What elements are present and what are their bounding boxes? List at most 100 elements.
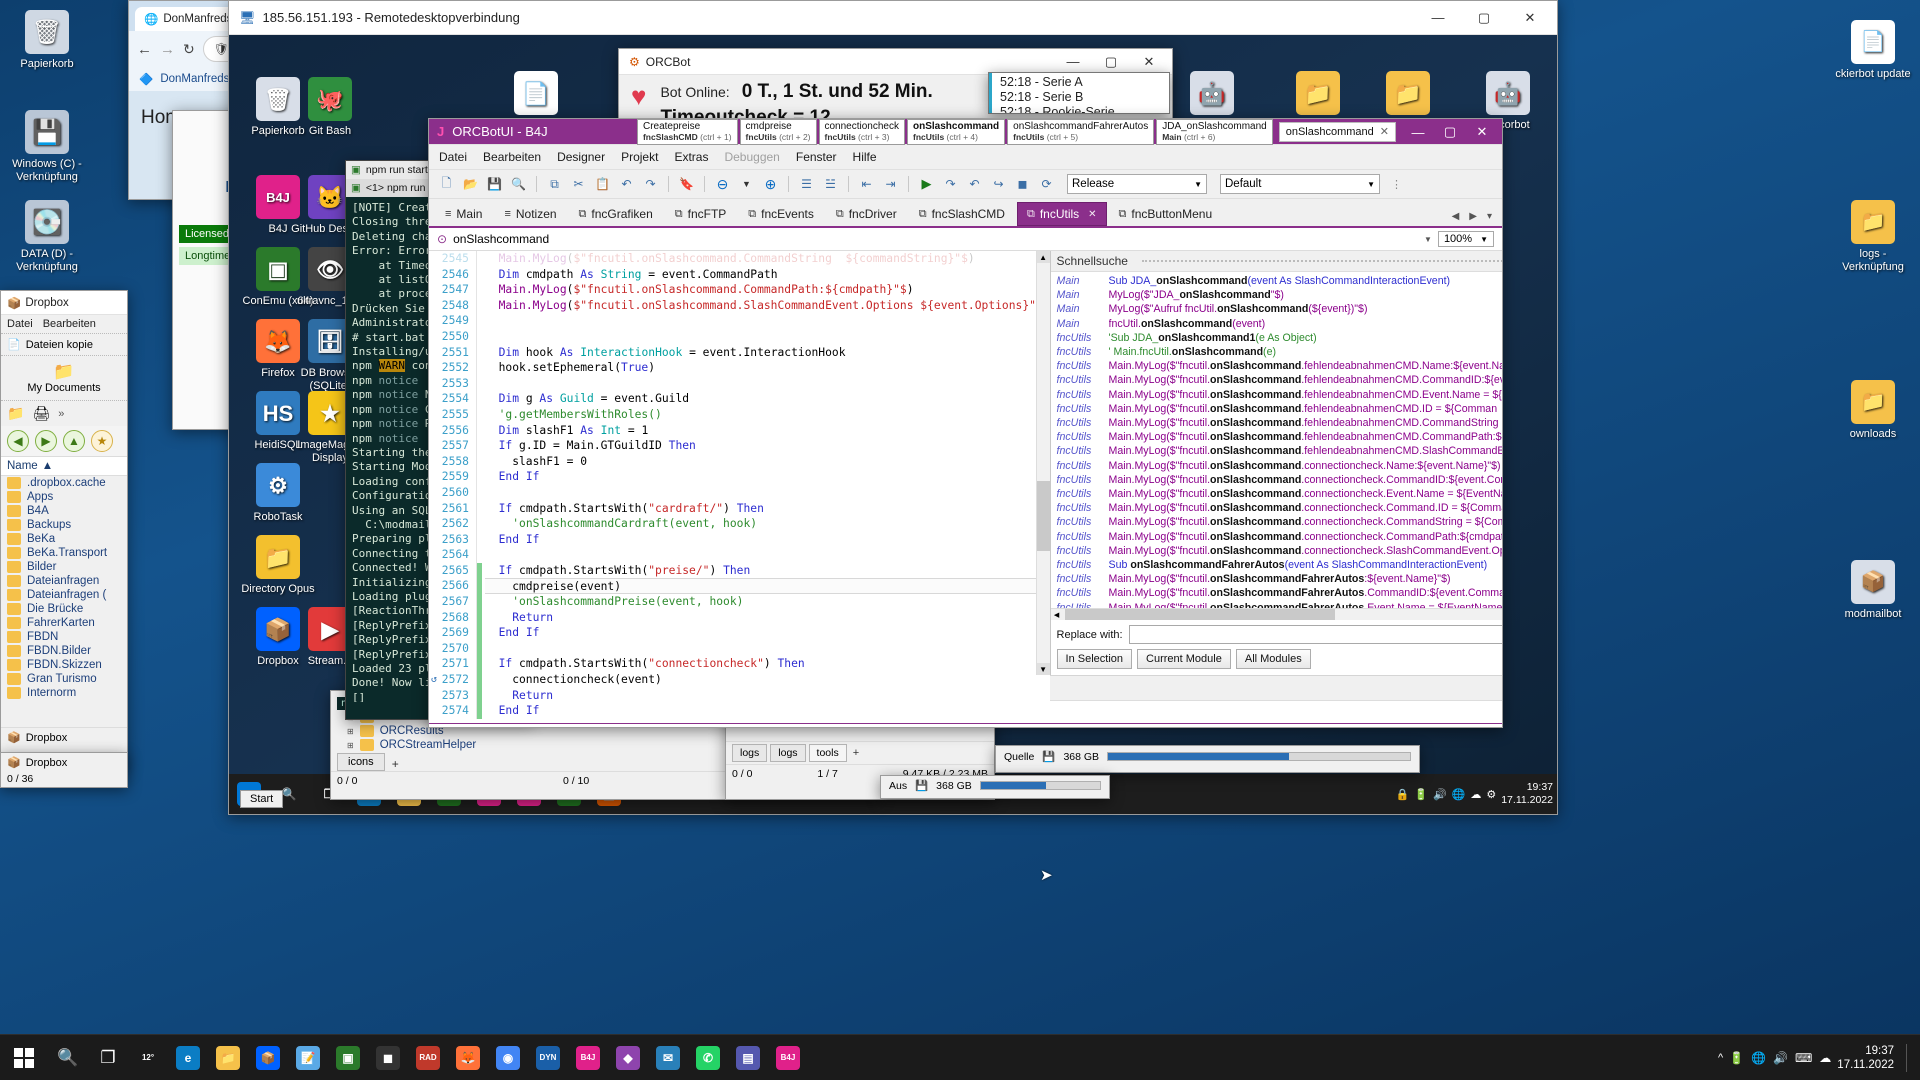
close-icon[interactable]: ✕ — [1380, 125, 1389, 138]
printer-icon[interactable]: 🖨 — [32, 405, 50, 422]
build-config-select[interactable]: Release ▼ — [1067, 174, 1207, 194]
code-line[interactable]: If cmdpath.StartsWith("cardraft/") Then — [485, 501, 1050, 517]
opus-tab-logs-2[interactable]: logs — [770, 744, 805, 762]
open-icon[interactable]: 📂 — [461, 175, 480, 194]
list-item[interactable]: BeKa — [1, 532, 127, 546]
menu-extras[interactable]: Extras — [674, 150, 708, 164]
code-line[interactable]: If cmdpath.StartsWith("preise/") Then — [485, 563, 1050, 579]
menu-bearbeiten[interactable]: Bearbeiten — [43, 318, 96, 330]
rdp-tray-icon-3[interactable]: 🌐 — [1452, 788, 1466, 801]
bookmark-chip[interactable]: CreatepreisefncSlashCMD (ctrl + 1) — [637, 119, 738, 145]
search-result-row[interactable]: fncUtilsMain.MyLog($"fncutil.onSlashcomm… — [1051, 359, 1503, 373]
scope-button-in-selection[interactable]: In Selection — [1057, 649, 1132, 669]
b4j-toolbar[interactable]: 🗋 📂 💾 🔍 ⧉ ✂ 📋 ↶ ↷ 🔖 ⊖ ▼ ⊕ ☰ ☱ ⇤ ⇥ ▶ ↷ ↶ … — [429, 170, 1502, 199]
maximize-button[interactable]: ▢ — [1461, 1, 1507, 34]
forward-icon[interactable]: → — [160, 41, 175, 58]
tab-fncgrafiken[interactable]: ⧉fncGrafiken — [569, 202, 663, 226]
minimize-button[interactable]: — — [1402, 119, 1434, 145]
close-button[interactable]: ✕ — [1130, 49, 1168, 74]
menu-datei[interactable]: Datei — [7, 318, 33, 330]
code-line[interactable]: If cmdpath.StartsWith("connectioncheck")… — [485, 656, 1050, 672]
search-result-row[interactable]: fncUtilsMain.MyLog($"fncutil.onSlashcomm… — [1051, 544, 1503, 558]
search-result-row[interactable]: fncUtils' Main.fncUtil.onSlashcommand(e) — [1051, 345, 1503, 359]
close-icon[interactable]: ✕ — [1088, 209, 1096, 220]
taskbar-item-b4j2[interactable]: B4J — [768, 1035, 808, 1080]
bookmark-bar[interactable]: CreatepreisefncSlashCMD (ctrl + 1)cmdpre… — [637, 119, 1273, 145]
code-line[interactable]: slashF1 = 0 — [485, 454, 1050, 470]
reload-icon[interactable]: ↻ — [183, 41, 195, 58]
dopus-add-tab-icon[interactable]: + — [388, 757, 403, 771]
schnellsuche-header[interactable]: Schnellsuche ⚲ ✕ — [1051, 251, 1503, 272]
dropbox-explorer-window[interactable]: 📦 Dropbox Datei Bearbeiten 📄 Dateien kop… — [0, 290, 128, 770]
sub-selector-bar[interactable]: ⊙ onSlashcommand ▼ 100% ▼ — [429, 228, 1502, 251]
code-line[interactable]: 'g.getMembersWithRoles() — [485, 407, 1050, 423]
chevron-down-icon[interactable]: ▼ — [737, 175, 756, 194]
uncomment-icon[interactable]: ☱ — [821, 175, 840, 194]
nav-back-icon[interactable]: ◀ — [7, 430, 29, 452]
tray-icons[interactable]: 🔋🌐🔊⌨☁ — [1729, 1051, 1831, 1065]
bookmark-chip[interactable]: cmdpreisefncUtils (ctrl + 2) — [740, 119, 817, 145]
back-icon[interactable]: ← — [137, 41, 152, 58]
scope-button-current-module[interactable]: Current Module — [1137, 649, 1231, 669]
tray-icon-0[interactable]: 🔋 — [1729, 1051, 1744, 1065]
code-line[interactable]: 'onSlashcommandPreise(event, hook) — [485, 594, 1050, 610]
file-list[interactable]: .dropbox.cacheAppsB4ABackupsBeKaBeKa.Tra… — [1, 476, 127, 706]
list-item[interactable]: BeKa.Transport — [1, 546, 127, 560]
search-result-row[interactable]: MainMyLog($"Aufruf fncUtil.onSlashcomman… — [1051, 302, 1503, 316]
favorites-icon[interactable]: ★ — [91, 430, 113, 452]
replace-row[interactable]: Replace with: — [1051, 620, 1503, 649]
bookmark-chip[interactable]: onSlashcommandfncUtils (ctrl + 4) — [907, 119, 1005, 145]
rdp-tray-icon-4[interactable]: ☁ — [1470, 788, 1481, 801]
search-result-row[interactable]: fncUtilsMain.MyLog($"fncutil.onSlashcomm… — [1051, 459, 1503, 473]
taskbar-item-app3[interactable]: ◆ — [608, 1035, 648, 1080]
search-result-row[interactable]: fncUtilsMain.MyLog($"fncutil.onSlashcomm… — [1051, 501, 1503, 515]
results-scroll-thumb[interactable] — [1065, 609, 1335, 620]
rdp-desktop-icon[interactable]: ⚙RoboTask — [239, 463, 317, 524]
taskbar-item-rad[interactable]: RAD — [408, 1035, 448, 1080]
tab-main[interactable]: ≡Main — [435, 202, 492, 226]
taskbar-item-explorer[interactable]: 📁 — [208, 1035, 248, 1080]
search-result-row[interactable]: MainMyLog($"JDA_onSlashcommand"$) — [1051, 288, 1503, 302]
tab-fncdriver[interactable]: ⧉fncDriver — [826, 202, 907, 226]
menu-bearbeiten[interactable]: Bearbeiten — [483, 150, 541, 164]
desktop-icon-right[interactable]: 📦modmailbot — [1830, 560, 1916, 621]
step-into-icon[interactable]: ↶ — [965, 175, 984, 194]
tray-icon-4[interactable]: ☁ — [1819, 1051, 1831, 1065]
list-item[interactable]: B4A — [1, 504, 127, 518]
show-desktop-button[interactable] — [1906, 1044, 1912, 1072]
redo-icon[interactable]: ↷ — [641, 175, 660, 194]
opus-tabbar-2[interactable]: logs logs tools + — [726, 741, 994, 764]
tab-next-icon[interactable]: ▶ — [1465, 211, 1481, 226]
opus-add-tab-icon[interactable]: + — [850, 747, 862, 759]
menu-projekt[interactable]: Projekt — [621, 150, 658, 164]
list-item[interactable]: FahrerKarten — [1, 616, 127, 630]
search-result-row[interactable]: fncUtilsMain.MyLog($"fncutil.onSlashcomm… — [1051, 402, 1503, 416]
taskbar-item-notepad[interactable]: 📝 — [288, 1035, 328, 1080]
code-line[interactable]: End If — [485, 469, 1050, 485]
expand-icon[interactable]: ⊕ — [761, 175, 780, 194]
taskbar-item-chrome[interactable]: ◉ — [488, 1035, 528, 1080]
taskbar-item-app1[interactable]: ▣ — [328, 1035, 368, 1080]
dopus-tab-icons[interactable]: icons — [337, 753, 385, 771]
taskbar-item-weather[interactable]: 12° — [128, 1035, 168, 1080]
list-item[interactable]: Dateianfragen — [1, 574, 127, 588]
paste-icon[interactable]: 📋 — [593, 175, 612, 194]
code-line[interactable] — [485, 313, 1050, 329]
search-result-row[interactable]: fncUtilsMain.MyLog($"fncutil.onSlashcomm… — [1051, 444, 1503, 458]
opus-aus-bar[interactable]: Aus 💾 368 GB — [880, 775, 1110, 799]
search-result-row[interactable]: MainfncUtil.onSlashcommand(event) — [1051, 317, 1503, 331]
nav-up-icon[interactable]: ▲ — [63, 430, 85, 452]
tray-icon-1[interactable]: 🌐 — [1751, 1051, 1766, 1065]
code-text[interactable]: Main.MyLog($"fncutil.onSlashcommand.Comm… — [477, 251, 1050, 719]
list-item[interactable]: FBDN.Bilder — [1, 644, 127, 658]
desktop-icon-data-d[interactable]: 💽 DATA (D) - Verknüpfung — [4, 200, 90, 274]
search-chip[interactable]: onSlashcommand ✕ — [1279, 122, 1396, 142]
list-item[interactable]: Gran Turismo — [1, 672, 127, 686]
rdp-tray-icon-1[interactable]: 🔋 — [1414, 788, 1428, 801]
code-line[interactable]: Dim g As Guild = event.Guild — [485, 391, 1050, 407]
rdp-tray-icon-0[interactable]: 🔒 — [1396, 788, 1410, 801]
maximize-button[interactable]: ▢ — [1092, 49, 1130, 74]
new-icon[interactable]: 🗋 — [437, 175, 456, 194]
taskbar-item-teams[interactable]: ▤ — [728, 1035, 768, 1080]
rdp-tray-icon-2[interactable]: 🔊 — [1433, 788, 1447, 801]
